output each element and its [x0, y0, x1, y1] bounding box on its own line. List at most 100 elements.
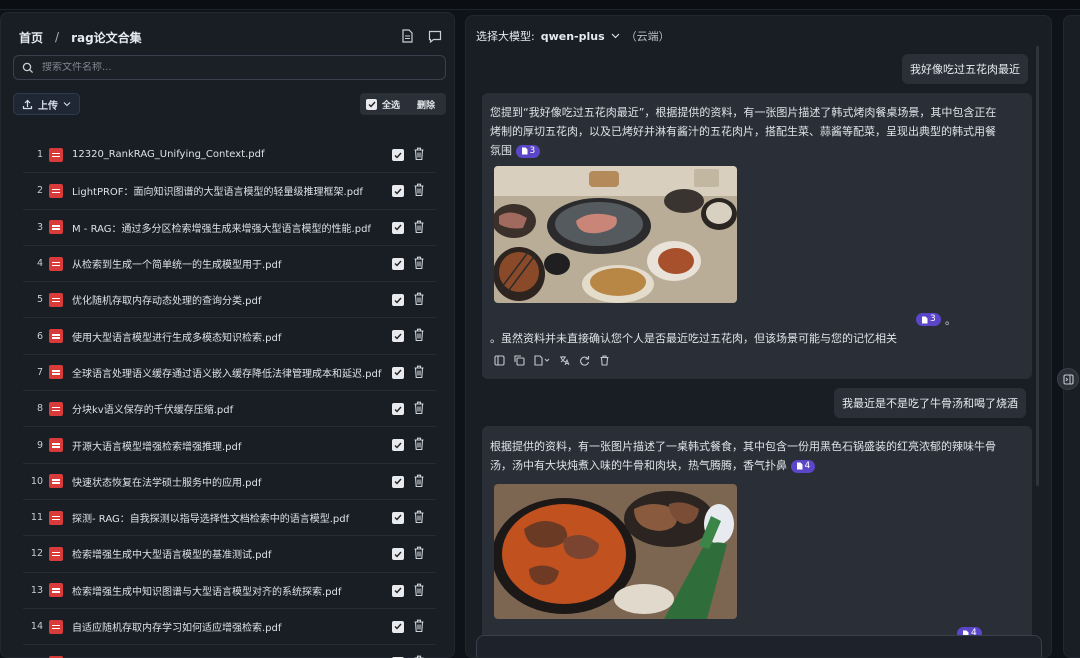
file-name[interactable]: 开源大语言模型增强检索增强推理.pdf: [72, 438, 382, 453]
file-name[interactable]: 全球语言处理语义缓存通过语义嵌入缓存降低法律管理成本和延迟.pdf: [72, 365, 382, 380]
file-index: 10: [30, 475, 43, 487]
trash-icon[interactable]: [413, 183, 425, 200]
text-line: 您提到“我好像吃过五花肉最近”，根据提供的资料，有一张图片描述了韩式烤肉餐桌场景…: [490, 106, 997, 119]
collapse-panel-button[interactable]: [1057, 368, 1079, 390]
trash-icon[interactable]: [413, 619, 425, 636]
file-checkbox[interactable]: [392, 257, 404, 270]
upload-button[interactable]: 上传: [13, 93, 80, 115]
file-row[interactable]: 1 12320_RankRAG_Unifying_Context.pdf: [23, 137, 436, 174]
file-checkbox[interactable]: [392, 185, 404, 198]
trash-icon[interactable]: [413, 328, 425, 345]
right-panel: [1063, 15, 1080, 658]
copy-icon[interactable]: [514, 355, 525, 366]
model-selector[interactable]: 选择大模型: qwen-plus （云端）: [476, 28, 670, 44]
file-row[interactable]: 6 使用大型语言模型进行生成多模态知识检索.pdf: [23, 318, 436, 355]
file-name[interactable]: 探测- RAG：自我探测以指导选择性文档检索中的语言模型.pdf: [72, 510, 382, 525]
file-index: 12: [30, 548, 43, 560]
file-checkbox[interactable]: [392, 366, 404, 379]
file-row[interactable]: 15通过知识图谱使用大型语言模型进行多跳问题回答.pdf: [23, 645, 436, 658]
trash-icon[interactable]: [599, 355, 610, 366]
scrollbar[interactable]: [1036, 46, 1039, 486]
file-row[interactable]: 3 M - RAG：通过多分区检索增强生成来增强大型语言模型的性能.pdf: [23, 210, 436, 246]
select-all-checkbox[interactable]: [366, 98, 377, 110]
document-icon[interactable]: [399, 28, 415, 44]
sidebar-icon[interactable]: [494, 355, 505, 366]
file-name[interactable]: 分块kv语义保存的千伏缓存压缩.pdf: [72, 401, 382, 416]
pdf-icon: [49, 401, 63, 416]
file-name[interactable]: 检索增强生成中知识图谱与大型语言模型对齐的系统探索.pdf: [72, 583, 382, 598]
file-row[interactable]: 8 分块kv语义保存的千伏缓存压缩.pdf: [23, 391, 436, 428]
file-row[interactable]: 14 自适应随机存取内存学习如何适应增强检索.pdf: [23, 609, 436, 646]
file-row[interactable]: 9 开源大语言模型增强检索增强推理.pdf: [23, 427, 436, 464]
file-row[interactable]: 2 LightPROF：面向知识图谱的大型语言模型的轻量级推理框架.pdf: [23, 173, 436, 210]
pdf-icon: [49, 147, 63, 162]
file-panel: 首页 / rag论文合集 上传 全选 删除 1 12320_RankRAG_Uni…: [0, 12, 455, 658]
file-name[interactable]: 检索增强生成中大型语言模型的基准测试.pdf: [72, 546, 382, 561]
file-checkbox[interactable]: [392, 330, 404, 343]
file-index: 8: [36, 403, 43, 415]
file-name[interactable]: LightPROF：面向知识图谱的大型语言模型的轻量级推理框架.pdf: [72, 183, 382, 198]
trash-icon[interactable]: [413, 437, 425, 454]
select-all-label[interactable]: 全选: [382, 98, 400, 111]
trash-icon[interactable]: [413, 292, 425, 309]
file-name[interactable]: 自适应随机存取内存学习如何适应增强检索.pdf: [72, 619, 382, 634]
file-checkbox[interactable]: [392, 294, 404, 307]
file-row[interactable]: 10 快速状态恢复在法学硕士服务中的应用.pdf: [23, 464, 436, 500]
file-row[interactable]: 7 全球语言处理语义缓存通过语义嵌入缓存降低法律管理成本和延迟.pdf: [23, 355, 436, 392]
file-checkbox[interactable]: [392, 584, 404, 597]
reference-badge[interactable]: 4: [790, 459, 816, 473]
file-row[interactable]: 11 探测- RAG：自我探测以指导选择性文档检索中的语言模型.pdf: [23, 500, 436, 537]
search-field[interactable]: [13, 55, 446, 80]
file-checkbox[interactable]: [392, 620, 404, 633]
reference-badge[interactable]: 3: [916, 313, 941, 326]
text-line: 烤制的厚切五花肉，以及已烤好并淋有酱汁的五花肉片，搭配生菜、蒜酱等配菜，呈现出典…: [490, 125, 996, 138]
file-checkbox[interactable]: [392, 221, 404, 234]
translate-icon[interactable]: [559, 355, 570, 366]
window-top-bar: [0, 0, 1080, 10]
trash-icon[interactable]: [413, 401, 425, 418]
trash-icon[interactable]: [413, 365, 425, 382]
reference-number: 4: [804, 460, 811, 471]
file-checkbox[interactable]: [392, 475, 404, 488]
refresh-icon[interactable]: [579, 355, 590, 366]
chat-input[interactable]: [476, 635, 1042, 657]
delete-selected-button[interactable]: 删除: [417, 98, 435, 111]
trash-icon[interactable]: [413, 220, 425, 237]
trash-icon[interactable]: [413, 256, 425, 273]
model-prefix: 选择大模型:: [476, 30, 535, 43]
file-index: 2: [36, 185, 43, 197]
trash-icon[interactable]: [413, 583, 425, 600]
file-row[interactable]: 13 检索增强生成中知识图谱与大型语言模型对齐的系统探索.pdf: [23, 573, 436, 609]
pdf-icon: [49, 183, 63, 198]
file-checkbox[interactable]: [392, 548, 404, 561]
assistant-message-text-tail: 。虽然资料并未直接确认您个人是否最近吃过五花肉，但该场景可能与您的记忆相关: [490, 332, 897, 345]
file-name[interactable]: 优化随机存取内存动态处理的查询分类.pdf: [72, 292, 382, 307]
file-name[interactable]: M - RAG：通过多分区检索增强生成来增强大型语言模型的性能.pdf: [72, 220, 382, 235]
search-input[interactable]: [42, 62, 422, 73]
trash-icon[interactable]: [413, 546, 425, 563]
file-checkbox[interactable]: [392, 149, 404, 161]
beef-bone-soup-photo[interactable]: [494, 484, 737, 619]
reference-badge[interactable]: 3: [515, 144, 541, 158]
file-name[interactable]: 使用大型语言模型进行生成多模态知识检索.pdf: [72, 329, 382, 344]
trash-icon[interactable]: [413, 474, 425, 491]
file-row[interactable]: 5 优化随机存取内存动态处理的查询分类.pdf: [23, 282, 436, 319]
upload-icon: [22, 99, 33, 109]
breadcrumb-home[interactable]: 首页: [19, 29, 43, 46]
file-index: 3: [36, 221, 43, 233]
document-icon: [796, 462, 802, 470]
chat-icon[interactable]: [427, 28, 443, 44]
file-row[interactable]: 4 从检索到生成一个简单统一的生成模型用于.pdf: [23, 246, 436, 283]
chat-panel: 选择大模型: qwen-plus （云端） 我好像吃过五花肉最近 您提到“我好像…: [465, 15, 1052, 658]
file-row[interactable]: 12 检索增强生成中大型语言模型的基准测试.pdf: [23, 536, 436, 573]
trash-icon[interactable]: [413, 147, 425, 164]
document-menu-icon[interactable]: [534, 355, 550, 366]
file-name[interactable]: 快速状态恢复在法学硕士服务中的应用.pdf: [72, 474, 382, 489]
file-checkbox[interactable]: [392, 511, 404, 524]
file-name[interactable]: 从检索到生成一个简单统一的生成模型用于.pdf: [72, 256, 382, 271]
korean-bbq-photo[interactable]: [494, 166, 737, 303]
file-checkbox[interactable]: [392, 439, 404, 452]
file-checkbox[interactable]: [392, 403, 404, 416]
trash-icon[interactable]: [413, 510, 425, 527]
file-name[interactable]: 12320_RankRAG_Unifying_Context.pdf: [72, 149, 382, 160]
